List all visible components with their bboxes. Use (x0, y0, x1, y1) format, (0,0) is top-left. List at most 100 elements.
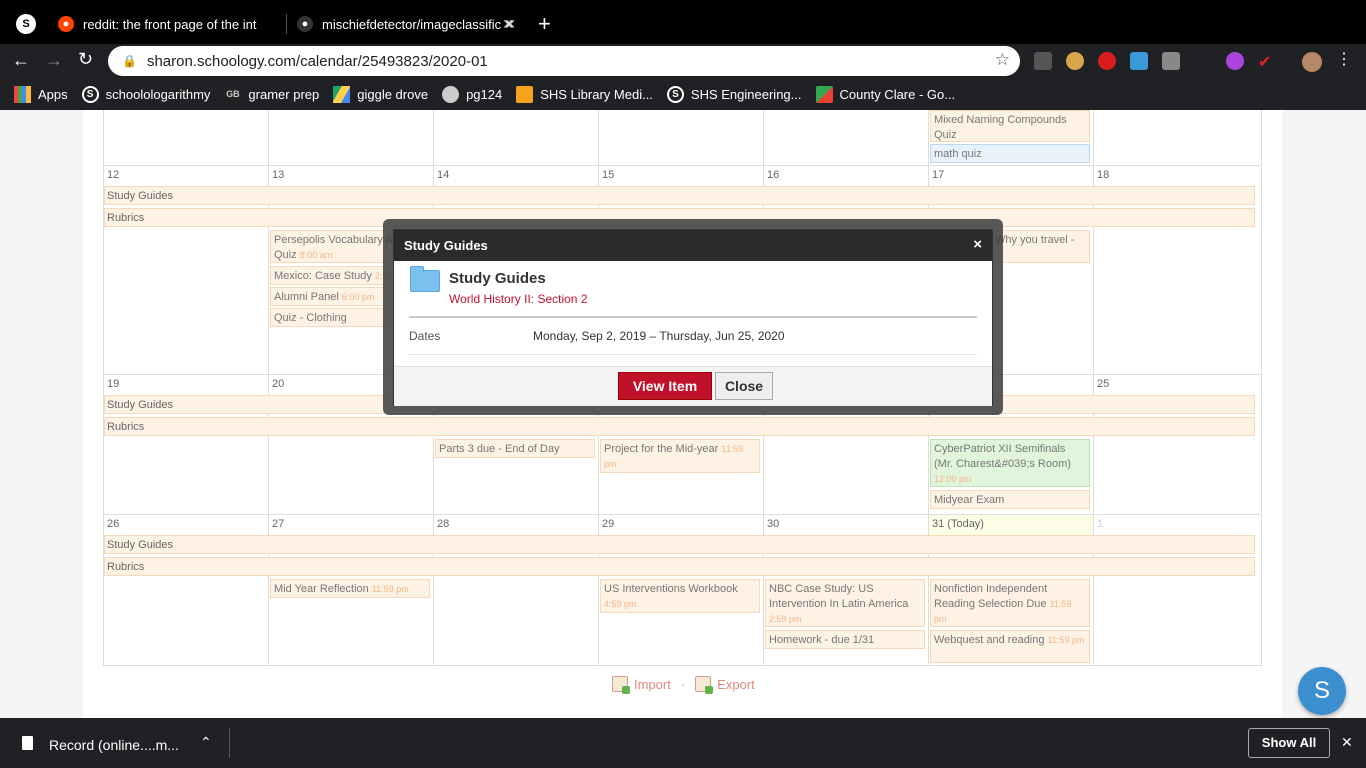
bookmark-county-clare[interactable]: County Clare - Go... (815, 85, 955, 103)
bookmarks-bar: Apps S schoolologarithmy GB gramer prep … (0, 78, 1366, 110)
event-item[interactable]: Parts 3 due - End of Day (435, 439, 595, 458)
schoology-icon: S (16, 14, 36, 34)
left-gutter (0, 110, 83, 718)
span-event-rubrics[interactable]: Rubrics (104, 557, 1255, 576)
grid-line (103, 665, 1262, 666)
file-icon (22, 736, 33, 750)
back-icon[interactable]: ← (12, 50, 30, 71)
schoology-icon: S (81, 85, 99, 103)
day-number-today: 31 (Today) (932, 518, 984, 530)
close-button[interactable]: Close (715, 372, 773, 400)
day-number: 13 (272, 169, 285, 181)
bookmark-shs-engineering[interactable]: S SHS Engineering... (666, 85, 802, 103)
globe-icon (442, 85, 460, 103)
day-number: 12 (107, 169, 120, 181)
day-number: 18 (1097, 169, 1110, 181)
new-tab-button[interactable]: + (538, 8, 551, 40)
bookmark-giggle-drove[interactable]: giggle drove (333, 85, 428, 103)
event-item[interactable]: Homework - due 1/31 (765, 630, 925, 649)
span-event-study-guides[interactable]: Study Guides (104, 535, 1255, 554)
drive-icon (333, 85, 351, 103)
close-icon[interactable]: ✕ (1341, 734, 1353, 751)
day-number: 15 (602, 169, 615, 181)
download-file-name[interactable]: Record (online....m... (49, 737, 179, 753)
bookmark-label: SHS Library Medi... (540, 86, 653, 102)
tab-close-icon[interactable]: ✕ (502, 16, 514, 33)
day-number: 29 (602, 518, 615, 530)
bookmark-label: pg124 (466, 86, 503, 102)
import-export-links: Import · Export (612, 676, 755, 694)
owl-extension-icon[interactable] (1066, 52, 1084, 70)
study-guides-dialog: Study Guides × Study Guides World Histor… (393, 229, 993, 406)
import-icon (612, 676, 630, 694)
browser-tab-strip: S ● reddit: the front page of the int ✕ … (0, 0, 1366, 44)
day-number: 25 (1097, 378, 1110, 390)
separator: · (680, 676, 686, 692)
export-link[interactable]: Export (717, 677, 755, 692)
event-item[interactable]: math quiz (930, 144, 1090, 163)
maps-icon (815, 85, 833, 103)
url-text: sharon.schoology.com/calendar/25493823/2… (146, 52, 488, 70)
bookmark-label: gramer prep (248, 86, 320, 102)
color-extension-icon[interactable] (1226, 52, 1244, 70)
course-link[interactable]: World History II: Section 2 (449, 292, 588, 306)
view-item-button[interactable]: View Item (618, 372, 712, 400)
tab-schoology[interactable]: S (16, 8, 40, 40)
event-item[interactable]: Project for the Mid-year 11:59 pm (600, 439, 760, 473)
close-icon[interactable]: × (973, 236, 982, 253)
bookmark-shs-library[interactable]: SHS Library Medi... (516, 85, 653, 103)
event-item[interactable]: Mid Year Reflection 11:59 pm (270, 579, 430, 598)
chart-extension-icon[interactable] (1130, 52, 1148, 70)
event-item[interactable]: Webquest and reading 11:59 pm (930, 630, 1090, 663)
bookmark-pg124[interactable]: pg124 (442, 85, 503, 103)
github-icon: ● (297, 16, 313, 32)
tab-title: reddit: the front page of the int (83, 16, 257, 32)
bookmark-gramer-prep[interactable]: GB gramer prep (224, 85, 320, 103)
briefcase-extension-icon[interactable] (1162, 52, 1180, 70)
dialog-footer: View Item Close (394, 366, 992, 406)
bookmark-star-icon[interactable]: ☆ (995, 50, 1010, 70)
dates-label: Dates (409, 329, 441, 343)
profile-avatar-icon[interactable] (1302, 52, 1322, 72)
folder-icon (410, 266, 440, 292)
adblock-extension-icon[interactable] (1098, 52, 1116, 70)
show-all-button[interactable]: Show All (1248, 728, 1330, 758)
grid-line (103, 165, 1262, 166)
event-item[interactable]: CyberPatriot XII Semifinals (Mr. Charest… (930, 439, 1090, 487)
reddit-icon: ● (58, 16, 74, 32)
event-item[interactable]: NBC Case Study: US Intervention In Latin… (765, 579, 925, 627)
day-number: 28 (437, 518, 450, 530)
address-bar[interactable]: 🔒 sharon.schoology.com/calendar/25493823… (108, 46, 1020, 76)
browser-toolbar: ← → ↻ 🔒 sharon.schoology.com/calendar/25… (0, 44, 1366, 78)
schoology-fab-button[interactable]: S (1298, 667, 1346, 715)
export-icon (695, 676, 714, 694)
event-item[interactable]: Mixed Naming Compounds Quiz (930, 110, 1090, 142)
crx-extension-icon[interactable] (1034, 52, 1052, 70)
span-event-study-guides[interactable]: Study Guides (104, 186, 1255, 205)
menu-dots-icon[interactable]: ⋮ (1336, 49, 1352, 69)
dialog-item-title: Study Guides (449, 270, 546, 287)
import-link[interactable]: Import (634, 677, 671, 692)
right-gutter (1282, 110, 1366, 718)
event-item[interactable]: Midyear Exam (930, 490, 1090, 509)
chevron-up-icon[interactable]: ⌃ (200, 734, 212, 751)
check-extension-icon[interactable]: ✔ (1258, 52, 1276, 71)
reload-icon[interactable]: ↻ (78, 49, 93, 70)
dialog-header: Study Guides × (394, 230, 992, 261)
day-number: 27 (272, 518, 285, 530)
forward-icon[interactable]: → (45, 50, 63, 71)
tab-github[interactable]: ● mischiefdetector/imageclassific ✕ (297, 8, 516, 40)
divider (409, 354, 977, 355)
event-item[interactable]: US Interventions Workbook 4:59 pm (600, 579, 760, 613)
day-number: 17 (932, 169, 945, 181)
day-number: 14 (437, 169, 450, 181)
day-number: 1 (1097, 518, 1104, 530)
grid-line (1261, 110, 1262, 666)
bookmark-apps[interactable]: Apps (14, 85, 68, 103)
event-item[interactable]: Nonfiction Independent Reading Selection… (930, 579, 1090, 627)
bookmark-schoolologarithmy[interactable]: S schoolologarithmy (81, 85, 210, 103)
span-event-rubrics[interactable]: Rubrics (104, 417, 1255, 436)
library-icon (516, 85, 534, 103)
apps-grid-icon (14, 85, 31, 103)
download-bar: Record (online....m... ⌃ Show All ✕ (0, 718, 1366, 768)
